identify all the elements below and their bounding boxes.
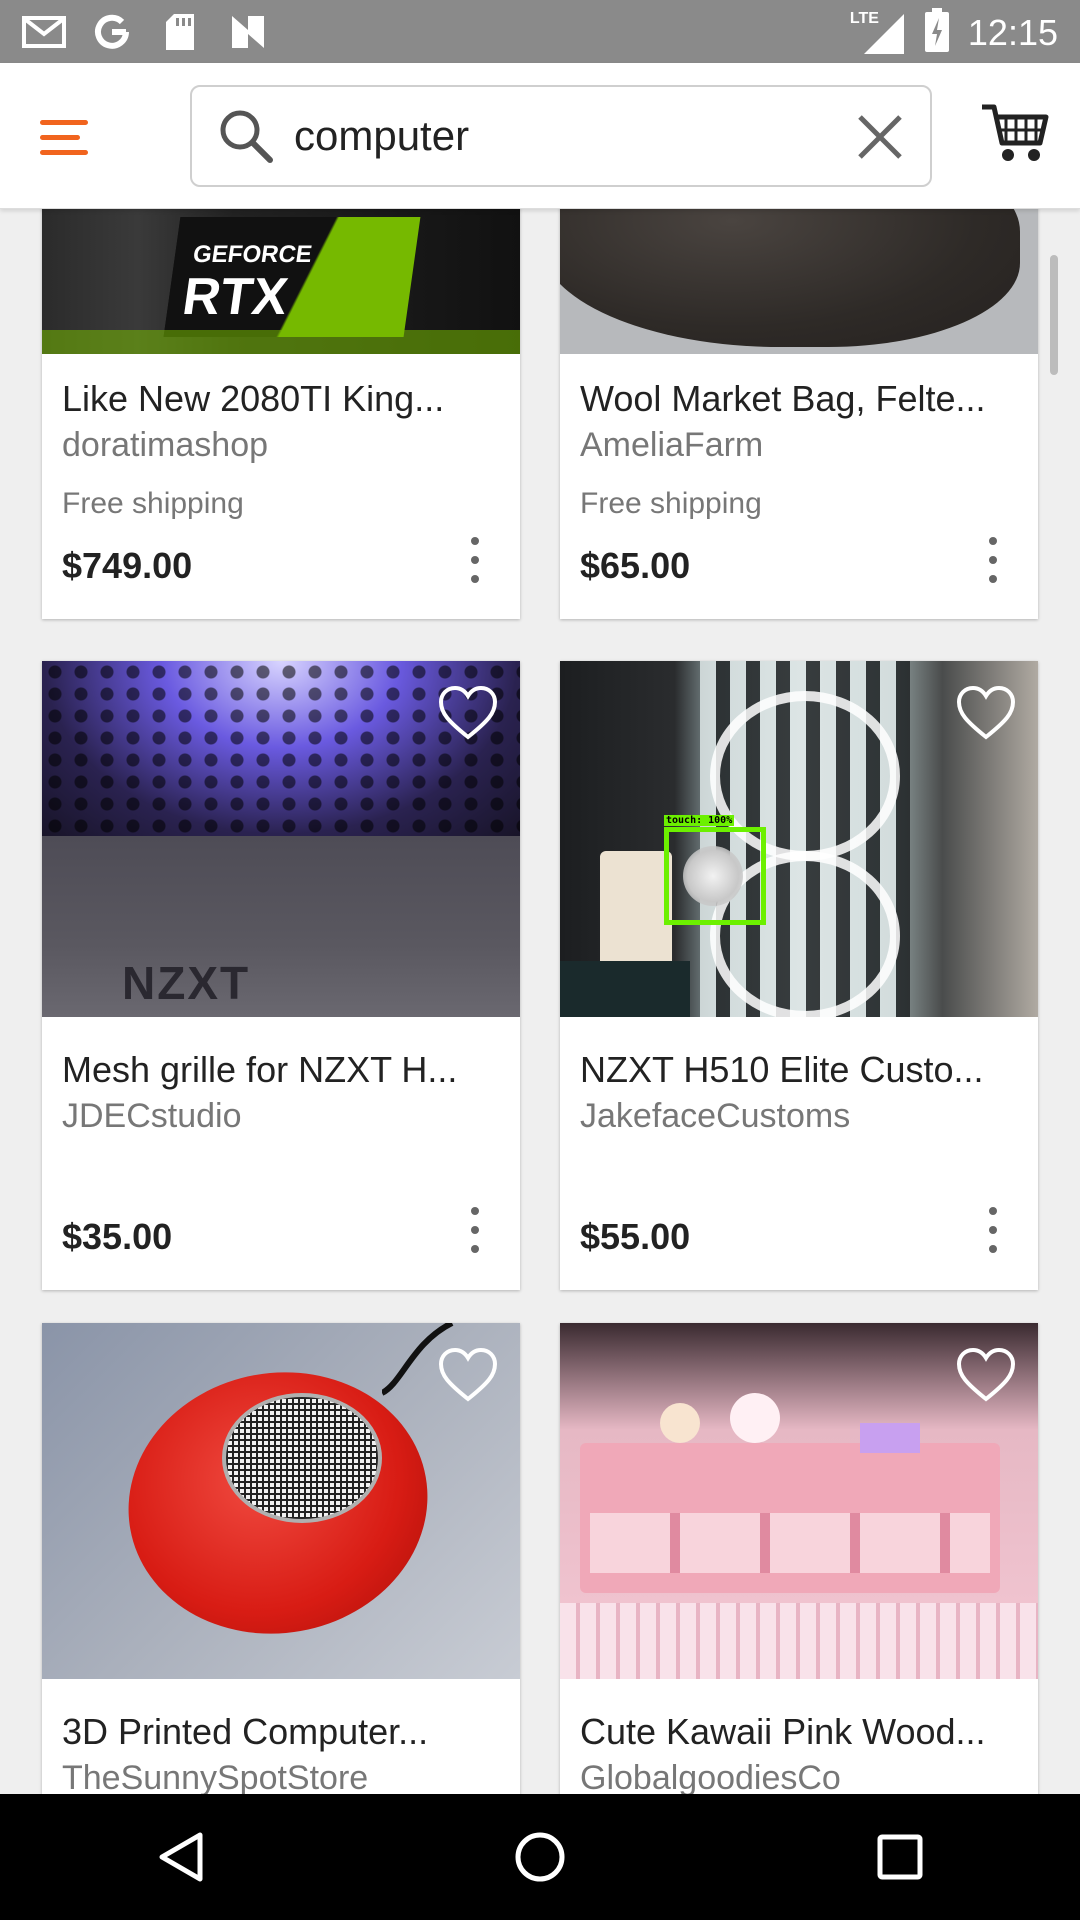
more-options-icon[interactable] xyxy=(468,537,482,583)
back-triangle-icon xyxy=(159,1832,203,1882)
product-title[interactable]: 3D Printed Computer... xyxy=(42,1711,520,1753)
nfc-icon xyxy=(226,10,270,54)
shop-name[interactable]: GlobalgoodiesCo xyxy=(560,1759,1038,1794)
app-bar xyxy=(0,63,1080,209)
product-image[interactable]: touch: 100% xyxy=(560,661,1038,1017)
shipping-label xyxy=(42,1158,520,1196)
back-button[interactable] xyxy=(140,1817,220,1897)
gmail-icon xyxy=(22,10,66,54)
product-image[interactable] xyxy=(560,1323,1038,1679)
menu-icon xyxy=(40,119,88,125)
search-icon xyxy=(220,110,273,163)
product-card[interactable]: touch: 100% NZXT H510 Elite Custo... Jak… xyxy=(560,661,1038,1290)
favorite-heart-icon[interactable] xyxy=(956,685,1016,741)
status-bar: LTE 12:15 xyxy=(0,0,1080,63)
product-price: $55.00 xyxy=(580,1216,691,1257)
shop-name[interactable]: TheSunnySpotStore xyxy=(42,1759,520,1794)
menu-button[interactable] xyxy=(40,107,100,167)
product-card[interactable]: 3D Printed Computer... TheSunnySpotStore xyxy=(42,1323,520,1794)
clear-search-icon[interactable] xyxy=(854,111,906,163)
product-card[interactable]: GEFORCE RTX Like New 2080TI King... dora… xyxy=(42,209,520,619)
more-options-icon[interactable] xyxy=(468,1207,482,1253)
shop-name[interactable]: JDECstudio xyxy=(42,1097,520,1136)
product-title[interactable]: Like New 2080TI King... xyxy=(42,378,520,420)
nzxt-logo-text: NZXT xyxy=(122,957,251,1009)
product-price: $749.00 xyxy=(62,545,193,586)
wool-bag-image xyxy=(560,209,1020,347)
product-price: $35.00 xyxy=(62,1216,173,1257)
detection-box xyxy=(664,827,766,925)
navigation-bar xyxy=(0,1794,1080,1920)
sd-card-icon xyxy=(158,10,202,54)
shipping-label: Free shipping xyxy=(580,487,762,520)
more-options-icon[interactable] xyxy=(986,1207,1000,1253)
shipping-label xyxy=(560,1158,1038,1196)
more-options-icon[interactable] xyxy=(986,537,1000,583)
battery-icon xyxy=(924,8,950,57)
google-icon xyxy=(90,10,134,54)
product-grid: GEFORCE RTX Like New 2080TI King... dora… xyxy=(0,209,1080,1794)
product-image[interactable] xyxy=(560,209,1038,354)
network-label: LTE xyxy=(849,9,879,27)
geforce-rtx-image: GEFORCE RTX xyxy=(163,217,421,337)
scrollbar[interactable] xyxy=(1050,255,1058,375)
product-title[interactable]: Cute Kawaii Pink Wood... xyxy=(560,1711,1038,1753)
search-input[interactable] xyxy=(294,112,814,160)
product-image[interactable]: NZXT xyxy=(42,661,520,1017)
cart-icon[interactable] xyxy=(980,99,1050,169)
shop-name[interactable]: AmeliaFarm xyxy=(560,426,1038,465)
search-bar[interactable] xyxy=(190,85,932,187)
signal-icon: LTE xyxy=(850,10,906,56)
clock: 12:15 xyxy=(967,11,1058,53)
favorite-heart-icon[interactable] xyxy=(438,1347,498,1403)
shop-name[interactable]: JakefaceCustoms xyxy=(560,1097,1038,1136)
product-title[interactable]: Wool Market Bag, Felte... xyxy=(560,378,1038,420)
product-card[interactable]: Cute Kawaii Pink Wood... GlobalgoodiesCo xyxy=(560,1323,1038,1794)
shipping-label: Free shipping xyxy=(62,487,244,520)
product-card[interactable]: Wool Market Bag, Felte... AmeliaFarm Fre… xyxy=(560,209,1038,619)
home-button[interactable] xyxy=(500,1817,580,1897)
product-image[interactable]: GEFORCE RTX xyxy=(42,209,520,354)
product-title[interactable]: NZXT H510 Elite Custo... xyxy=(560,1049,1038,1091)
favorite-heart-icon[interactable] xyxy=(956,1347,1016,1403)
home-circle-icon xyxy=(515,1832,565,1882)
product-card[interactable]: NZXT Mesh grille for NZXT H... JDECstudi… xyxy=(42,661,520,1290)
detection-label: touch: 100% xyxy=(664,815,735,826)
product-price: $65.00 xyxy=(580,545,691,586)
product-image[interactable] xyxy=(42,1323,520,1679)
recents-button[interactable] xyxy=(860,1817,940,1897)
product-title[interactable]: Mesh grille for NZXT H... xyxy=(42,1049,520,1091)
shop-name[interactable]: doratimashop xyxy=(42,426,520,465)
favorite-heart-icon[interactable] xyxy=(438,685,498,741)
recents-square-icon xyxy=(877,1834,923,1880)
